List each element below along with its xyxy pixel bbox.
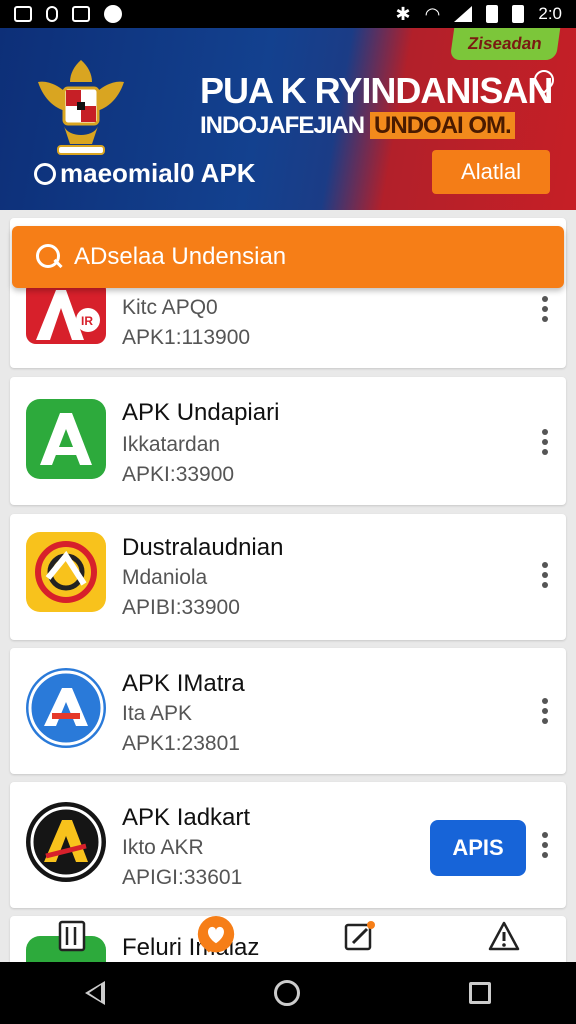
app-name: APK Undapiari	[122, 399, 280, 426]
wifi-icon: ◠	[424, 3, 441, 24]
bluetooth-icon: ✱	[395, 3, 411, 24]
app-version: APIGI:33601	[122, 866, 243, 889]
app-list-item[interactable]: APK Undapiari Ikkatardan APKI:33900	[10, 377, 566, 505]
app-name: APK Iadkart	[122, 804, 251, 831]
back-icon[interactable]	[84, 981, 105, 1005]
system-nav-bar	[0, 962, 576, 1024]
brand-logo-icon	[34, 162, 56, 185]
more-options-icon[interactable]	[542, 832, 548, 858]
location-icon	[104, 5, 122, 23]
aim-yellow-glyph-icon	[35, 541, 97, 603]
more-options-icon[interactable]	[542, 296, 548, 322]
banner-subtitle: INDOJAFEJIAN UNDOAI OM.	[200, 112, 515, 140]
app-subtitle: Ikto AKR	[122, 836, 204, 859]
library-icon	[58, 920, 86, 952]
app-list-item[interactable]: APK IMatra Ita APK APK1:23801	[10, 648, 566, 774]
app-name: APK IMatra	[122, 670, 245, 697]
garuda-emblem-icon	[38, 60, 124, 155]
app-version: APK1:23801	[122, 732, 240, 755]
search-icon	[36, 244, 62, 270]
promo-banner[interactable]: Ziseadan PUA K RYINDANISAN INDOJAFEJIAN U…	[0, 28, 576, 210]
status-left-icons	[14, 5, 122, 23]
a-blue-circle-icon	[26, 668, 106, 748]
edit-tab[interactable]	[340, 916, 380, 956]
status-time: 2:0	[538, 4, 562, 23]
a-blue-glyph-icon	[28, 670, 104, 746]
heart-chat-icon	[197, 916, 235, 953]
app-name: Dustralaudnian	[122, 534, 284, 561]
install-button[interactable]: APIS	[430, 820, 526, 876]
svg-text:IR: IR	[81, 314, 93, 328]
warning-icon	[488, 921, 520, 951]
app-version: APKI:33900	[122, 463, 235, 486]
signal-icon	[454, 6, 473, 22]
app-version: APIBI:33900	[122, 596, 240, 619]
image-icon	[14, 6, 32, 22]
app-list-item[interactable]: Dustralaudnian Mdaniola APIBI:33900	[10, 514, 566, 640]
a-dark-circle-icon	[26, 802, 106, 882]
search-bar[interactable]: ADselaa Undensian	[12, 226, 564, 288]
app-version: APK1:113900	[122, 326, 251, 349]
banner-brand-text: maeomial0 APK	[60, 158, 256, 188]
recent-apps-icon[interactable]	[469, 982, 492, 1004]
a-green-glyph-icon	[40, 413, 92, 465]
aim-yellow-icon	[26, 532, 106, 612]
a-dark-glyph-icon	[30, 806, 102, 878]
banner-title: PUA K RYINDANISAN	[200, 70, 553, 111]
banner-action-button[interactable]: Alatlal	[432, 150, 550, 194]
edit-icon	[344, 921, 375, 951]
alerts-tab[interactable]	[484, 916, 524, 956]
more-options-icon[interactable]	[542, 562, 548, 588]
a-green-icon	[26, 399, 106, 479]
battery-icon	[486, 5, 499, 23]
app-subtitle: Kitc APQ0	[122, 296, 218, 319]
status-bar: ✱ ◠ 2:0	[0, 0, 576, 28]
clip-icon	[46, 6, 58, 22]
bottom-tab-bar	[0, 910, 576, 962]
banner-subtitle-text: INDOJAFEJIAN	[200, 112, 365, 139]
banner-brand: maeomial0 APK	[34, 158, 256, 189]
more-options-icon[interactable]	[542, 698, 548, 724]
banner-tag: Ziseadan	[450, 28, 561, 60]
gallery-icon	[72, 6, 90, 22]
status-right-icons: ✱ ◠ 2:0	[396, 4, 562, 25]
battery-icon-2	[512, 5, 525, 23]
a-red-icon: IR	[26, 280, 106, 344]
library-tab[interactable]	[52, 916, 92, 956]
home-icon[interactable]	[273, 980, 300, 1006]
favorites-tab[interactable]	[196, 916, 236, 956]
app-subtitle: Mdaniola	[122, 566, 208, 589]
search-placeholder: ADselaa Undensian	[74, 243, 287, 270]
a-red-glyph-icon: IR	[36, 290, 100, 340]
banner-subtitle-highlight: UNDOAI OM.	[370, 112, 515, 139]
app-subtitle: Ikkatardan	[122, 433, 221, 456]
app-subtitle: Ita APK	[122, 702, 193, 725]
app-list-item[interactable]: APK Iadkart Ikto AKR APIGI:33601 APIS	[10, 782, 566, 908]
more-options-icon[interactable]	[542, 429, 548, 455]
